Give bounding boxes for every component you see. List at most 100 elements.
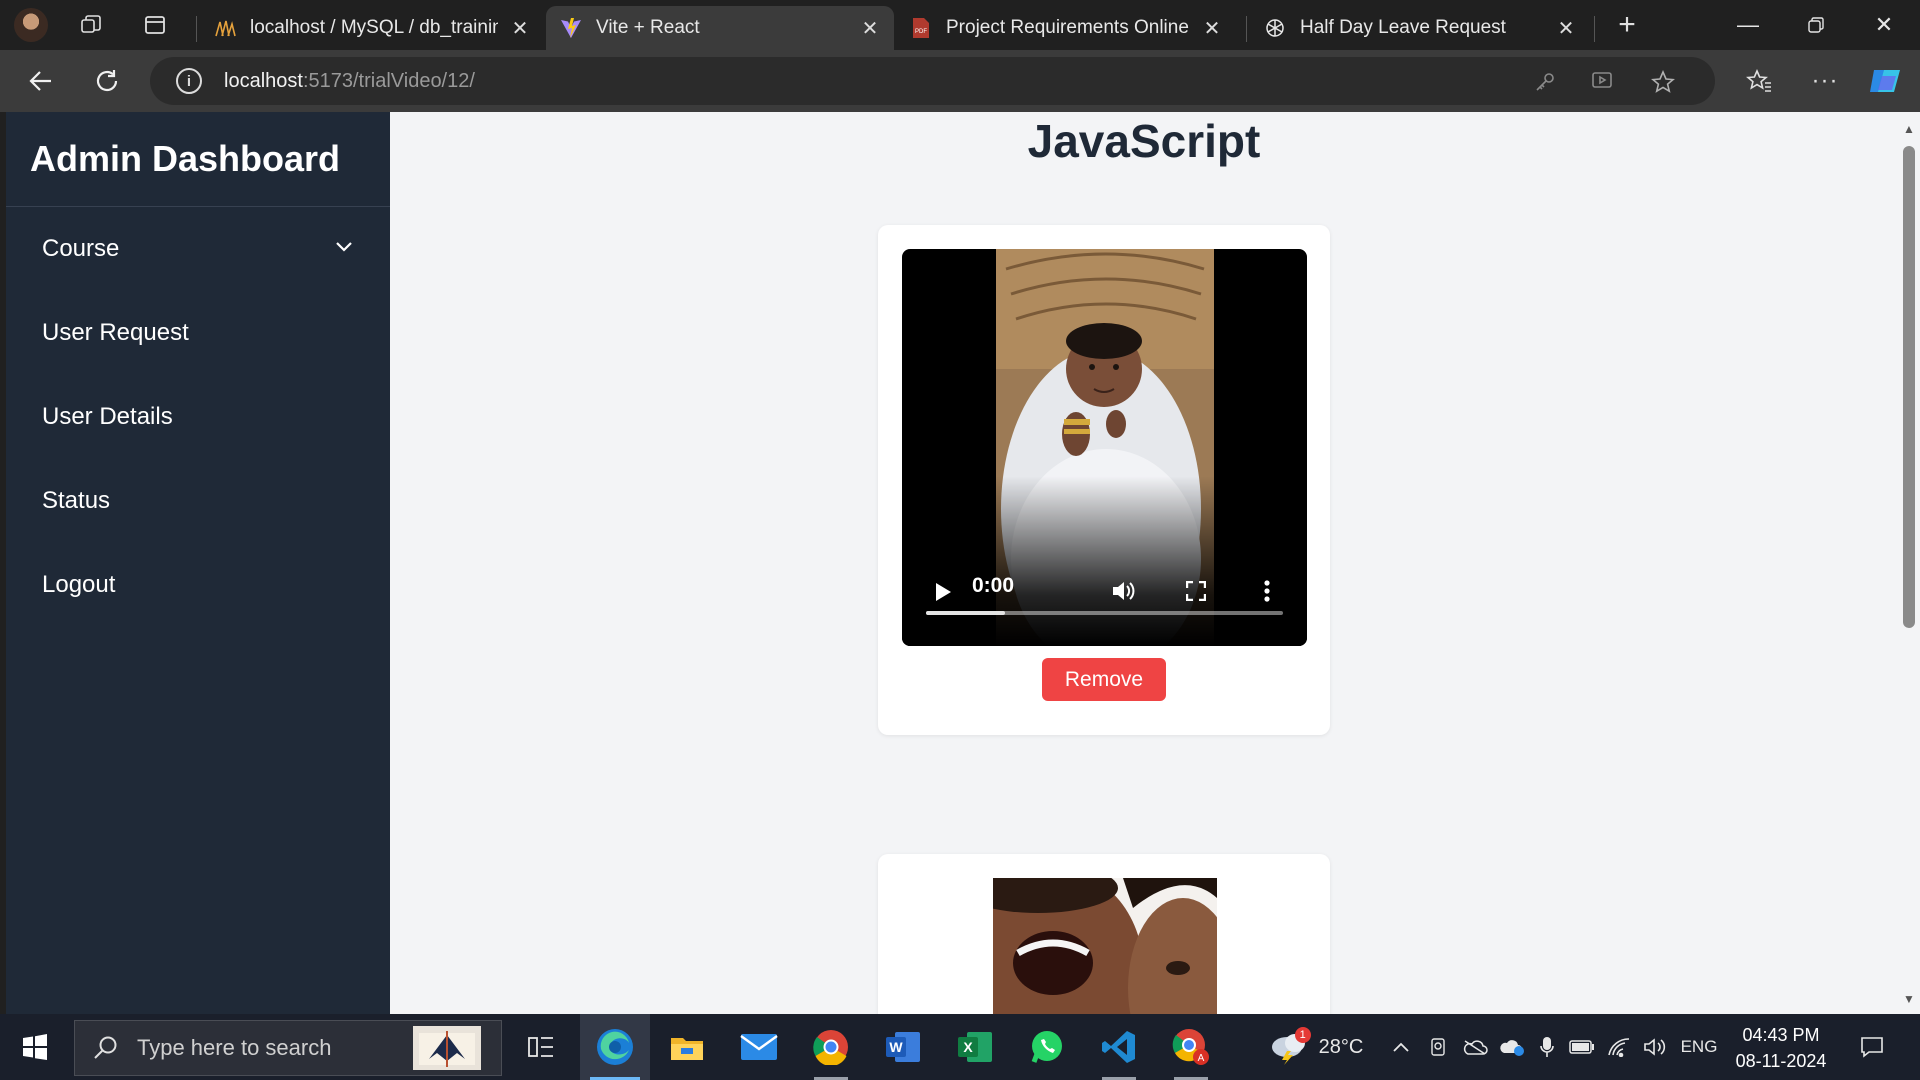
remove-button[interactable]: Remove [1042,658,1166,701]
notifications-icon[interactable] [1852,1014,1892,1080]
mail-icon[interactable] [724,1014,794,1080]
word-icon[interactable]: W [868,1014,938,1080]
page-title: JavaScript [1027,115,1261,167]
back-icon[interactable] [20,60,62,102]
svg-text:X: X [963,1039,973,1055]
close-window-icon[interactable]: ✕ [1852,0,1916,50]
taskbar-search-box[interactable]: Type here to search [74,1020,502,1076]
close-tab-icon[interactable]: ✕ [860,16,880,41]
show-hidden-icons-chevron-icon[interactable] [1388,1014,1414,1080]
windows-taskbar: Type here to search W X A 1 28°C ENG 04:… [0,1014,1920,1080]
password-key-icon[interactable] [1530,67,1560,97]
dashboard-title: Admin Dashboard [6,112,390,207]
main-content: JavaScript 0:00 Remove [390,112,1898,1014]
chatgpt-icon [1264,17,1286,39]
search-icon [93,1035,119,1061]
windows-start-icon[interactable] [0,1014,70,1080]
sidebar: Admin Dashboard Course User Request User… [6,112,390,1014]
video-frame-image [993,878,1217,1014]
new-tab-icon[interactable]: + [1610,8,1644,42]
file-explorer-icon[interactable] [652,1014,722,1080]
copilot-icon[interactable] [1864,60,1906,102]
sidebar-item-course[interactable]: Course [6,207,390,291]
svg-text:W: W [889,1039,903,1055]
microphone-icon[interactable] [1534,1014,1560,1080]
tab-actions-icon[interactable] [138,8,172,42]
close-tab-icon[interactable]: ✕ [1556,16,1576,41]
scroll-up-icon[interactable]: ▲ [1902,122,1916,136]
whatsapp-icon[interactable] [1012,1014,1082,1080]
video-current-time: 0:00 [972,574,1015,597]
weather-alert-badge: 1 [1294,1027,1311,1043]
meet-now-icon[interactable] [1424,1014,1452,1080]
profile-avatar[interactable] [14,8,48,42]
chevron-down-icon[interactable] [334,235,354,263]
input-language[interactable]: ENG [1676,1014,1722,1080]
wifi-icon[interactable] [1604,1014,1634,1080]
weather-storm-icon: 1 [1269,1027,1311,1065]
phpmyadmin-icon [214,17,236,39]
battery-icon[interactable] [1566,1014,1598,1080]
workspaces-icon[interactable] [74,8,108,42]
chrome-icon[interactable] [796,1014,866,1080]
pdf-icon: PDF [910,17,932,39]
address-bar[interactable]: i localhost:5173/trialVideo/12/ [150,57,1715,105]
search-placeholder: Type here to search [137,1035,332,1060]
page-scrollbar[interactable]: ▲ ▼ [1898,112,1920,1014]
weather-temperature: 28°C [1318,1035,1364,1058]
video-card: 0:00 Remove [878,225,1330,735]
vite-icon [560,17,582,39]
sidebar-item-logout[interactable]: Logout [6,543,390,627]
page-viewport: Admin Dashboard Course User Request User… [6,112,1920,1014]
app-available-icon[interactable] [1588,67,1618,97]
clock-date: 08-11-2024 [1735,1051,1827,1071]
video-progress-bar[interactable] [926,611,1283,615]
video-player[interactable]: 0:00 [902,249,1307,646]
tab-title: Project Requirements Online Trai [946,17,1190,38]
svg-text:A: A [1198,1053,1205,1064]
task-view-icon[interactable] [506,1014,576,1080]
scrollbar-thumb[interactable] [1903,146,1915,628]
favorites-icon[interactable] [1738,60,1780,102]
volume-icon[interactable] [1640,1014,1670,1080]
sidebar-item-user-request[interactable]: User Request [6,291,390,375]
volume-icon[interactable] [1106,573,1142,609]
edge-taskbar-icon[interactable] [580,1014,650,1080]
excel-icon[interactable]: X [940,1014,1010,1080]
more-options-icon[interactable] [1252,573,1282,609]
weather-widget[interactable]: 1 28°C [1256,1014,1376,1080]
browser-tab-strip: localhost / MySQL / db_training ✕ Vite +… [0,0,1920,50]
sidebar-item-label: Course [42,235,120,262]
minimize-icon[interactable]: — [1716,0,1780,50]
video-card [878,854,1330,1014]
favorite-star-icon[interactable] [1648,67,1678,97]
sidebar-item-status[interactable]: Status [6,459,390,543]
search-highlight-image [411,1023,483,1073]
restore-icon[interactable] [1784,0,1848,50]
close-tab-icon[interactable]: ✕ [510,16,530,41]
reload-icon[interactable] [86,60,128,102]
svg-text:PDF: PDF [915,29,927,35]
tab-vite-react[interactable]: Vite + React ✕ [546,6,894,50]
tab-phpmyadmin[interactable]: localhost / MySQL / db_training ✕ [200,6,544,50]
tab-title: Half Day Leave Request [1300,17,1506,38]
play-icon[interactable] [926,575,960,609]
tab-title: Vite + React [596,17,700,38]
sidebar-item-label: Logout [42,571,116,598]
scroll-down-icon[interactable]: ▼ [1902,992,1916,1006]
onedrive-sync-icon[interactable] [1496,1014,1528,1080]
site-info-icon[interactable]: i [176,68,202,94]
fullscreen-icon[interactable] [1178,573,1214,609]
sidebar-nav: Course User Request User Details Status … [6,207,390,627]
tab-project-requirements[interactable]: PDF Project Requirements Online Trai ✕ [896,6,1236,50]
close-tab-icon[interactable]: ✕ [1202,16,1222,41]
sidebar-item-user-details[interactable]: User Details [6,375,390,459]
chrome-profile-icon[interactable]: A [1156,1014,1226,1080]
more-options-icon[interactable]: ··· [1804,60,1846,102]
sidebar-item-label: User Request [42,319,189,346]
taskbar-clock[interactable]: 04:43 PM 08-11-2024 [1728,1022,1834,1074]
vscode-icon[interactable] [1084,1014,1154,1080]
onedrive-icon[interactable] [1460,1014,1490,1080]
tab-half-day-leave[interactable]: Half Day Leave Request ✕ [1250,6,1590,50]
sidebar-item-label: User Details [42,403,173,430]
